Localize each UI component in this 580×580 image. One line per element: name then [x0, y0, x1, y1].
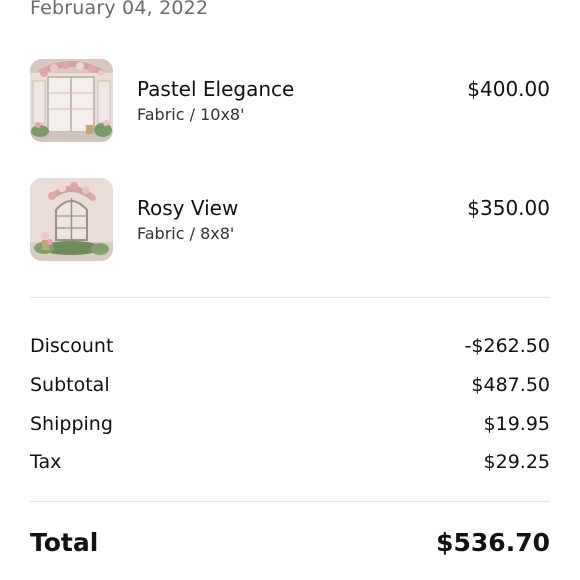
summary-row-tax: Tax $29.25 [30, 451, 550, 477]
item-name[interactable]: Rosy View [137, 196, 238, 220]
line-item[interactable]: Rosy View Fabric / 8x8' $350.00 [30, 178, 550, 262]
subtotal-label: Subtotal [30, 374, 110, 396]
shipping-label: Shipping [30, 413, 113, 435]
product-thumbnail[interactable] [30, 59, 113, 142]
item-variant: Fabric / 10x8' [137, 105, 245, 124]
item-variant: Fabric / 8x8' [137, 224, 235, 243]
item-price: $400.00 [467, 77, 550, 101]
shipping-value: $19.95 [483, 413, 550, 435]
tax-label: Tax [30, 451, 62, 473]
summary-row-subtotal: Subtotal $487.50 [30, 374, 550, 400]
item-name[interactable]: Pastel Elegance [137, 77, 294, 101]
line-item[interactable]: Pastel Elegance Fabric / 10x8' $400.00 [30, 59, 550, 143]
product-thumbnail[interactable] [30, 178, 113, 261]
divider [30, 297, 550, 298]
divider [30, 501, 550, 502]
summary-row-shipping: Shipping $19.95 [30, 413, 550, 439]
summary-row-total: Total $536.70 [30, 528, 550, 564]
total-value: $536.70 [436, 528, 550, 557]
summary-row-discount: Discount -$262.50 [30, 335, 550, 361]
discount-value: -$262.50 [464, 335, 550, 357]
total-label: Total [30, 528, 99, 557]
discount-label: Discount [30, 335, 114, 357]
item-price: $350.00 [467, 196, 550, 220]
tax-value: $29.25 [483, 451, 550, 473]
subtotal-value: $487.50 [471, 374, 550, 396]
order-date: February 04, 2022 [30, 0, 209, 19]
